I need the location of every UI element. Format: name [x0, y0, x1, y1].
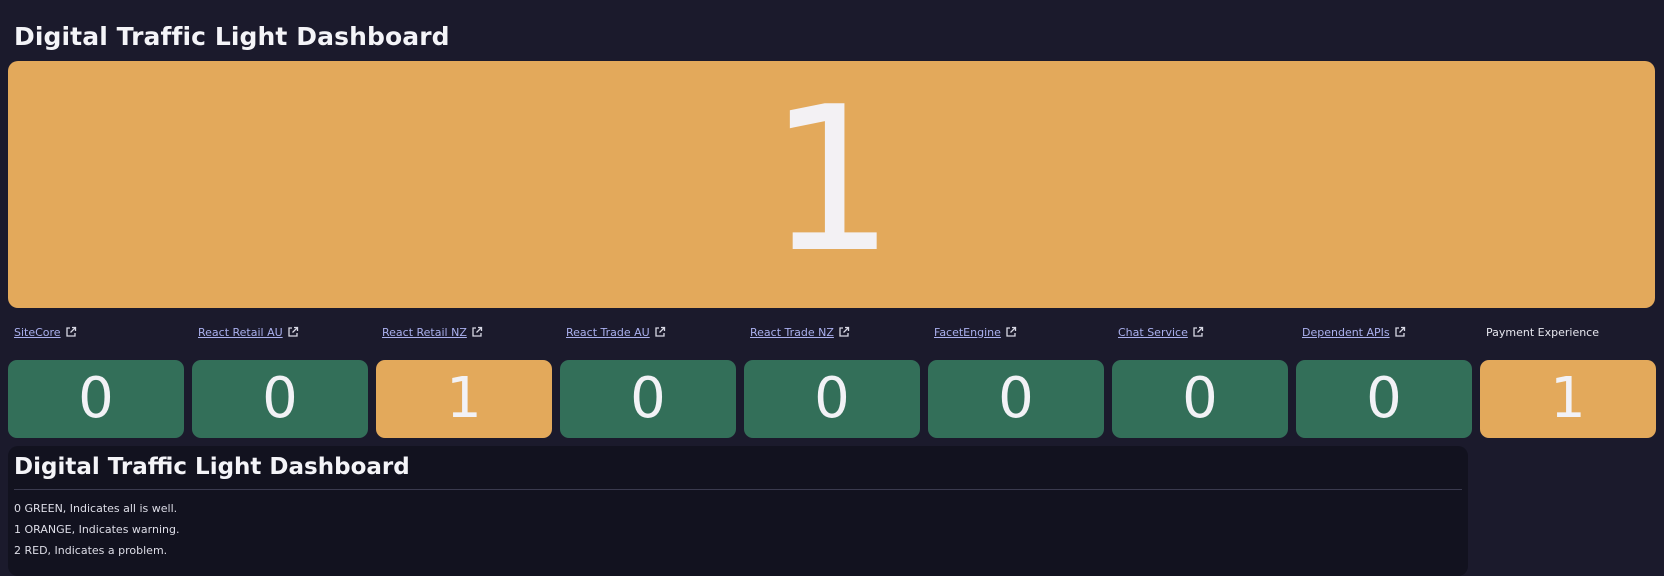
- service-label-payment-experience: Payment Experience: [1486, 325, 1599, 339]
- service-link-chat-service[interactable]: Chat Service: [1118, 326, 1188, 339]
- service-link-sitecore[interactable]: SiteCore: [14, 326, 61, 339]
- external-link-icon[interactable]: [838, 326, 850, 338]
- external-link-icon[interactable]: [65, 326, 77, 338]
- legend-line-orange: 1 ORANGE, Indicates warning.: [14, 523, 180, 536]
- service-label-cell-facetengine: FacetEngine: [928, 322, 1104, 342]
- service-link-react-retail-nz[interactable]: React Retail NZ: [382, 326, 467, 339]
- service-label-cell-react-trade-au: React Trade AU: [560, 322, 736, 342]
- service-status-value: 0: [1182, 366, 1218, 431]
- page-title: Digital Traffic Light Dashboard: [14, 22, 450, 51]
- overall-status-tile: 1: [8, 61, 1655, 308]
- service-status-value: 0: [262, 366, 298, 431]
- external-link-icon[interactable]: [654, 326, 666, 338]
- service-tile-payment-experience: 1: [1480, 360, 1656, 438]
- service-tile-dependent-apis: 0: [1296, 360, 1472, 438]
- service-tile-react-trade-nz: 0: [744, 360, 920, 438]
- external-link-icon[interactable]: [1005, 326, 1017, 338]
- external-link-icon[interactable]: [1394, 326, 1406, 338]
- service-link-dependent-apis[interactable]: Dependent APIs: [1302, 326, 1390, 339]
- service-status-value: 1: [446, 366, 482, 431]
- overall-status-value: 1: [767, 63, 896, 297]
- service-status-value: 0: [78, 366, 114, 431]
- service-tiles-row: 0 0 1 0 0 0 0 0 1: [8, 360, 1656, 438]
- service-status-value: 1: [1550, 366, 1586, 431]
- service-label-cell-react-trade-nz: React Trade NZ: [744, 322, 920, 342]
- external-link-icon[interactable]: [471, 326, 483, 338]
- service-label-cell-react-retail-au: React Retail AU: [192, 322, 368, 342]
- service-status-value: 0: [998, 366, 1034, 431]
- service-link-facetengine[interactable]: FacetEngine: [934, 326, 1001, 339]
- service-link-react-trade-au[interactable]: React Trade AU: [566, 326, 650, 339]
- legend-divider: [14, 489, 1462, 490]
- service-status-value: 0: [1366, 366, 1402, 431]
- service-status-value: 0: [630, 366, 666, 431]
- legend-line-green: 0 GREEN, Indicates all is well.: [14, 502, 178, 515]
- external-link-icon[interactable]: [1192, 326, 1204, 338]
- service-link-react-trade-nz[interactable]: React Trade NZ: [750, 326, 834, 339]
- service-tile-chat-service: 0: [1112, 360, 1288, 438]
- legend-title: Digital Traffic Light Dashboard: [14, 454, 410, 480]
- service-tile-react-retail-au: 0: [192, 360, 368, 438]
- service-label-cell-payment-experience: Payment Experience: [1480, 322, 1656, 342]
- legend-line-red: 2 RED, Indicates a problem.: [14, 544, 168, 557]
- service-label-cell-chat-service: Chat Service: [1112, 322, 1288, 342]
- external-link-icon[interactable]: [287, 326, 299, 338]
- service-tile-react-retail-nz: 1: [376, 360, 552, 438]
- legend-panel: Digital Traffic Light Dashboard 0 GREEN,…: [8, 446, 1468, 576]
- service-tile-react-trade-au: 0: [560, 360, 736, 438]
- service-tile-sitecore: 0: [8, 360, 184, 438]
- service-tile-facetengine: 0: [928, 360, 1104, 438]
- service-label-cell-sitecore: SiteCore: [8, 322, 184, 342]
- service-link-react-retail-au[interactable]: React Retail AU: [198, 326, 283, 339]
- service-status-value: 0: [814, 366, 850, 431]
- service-labels-row: SiteCore React Retail AU React Retail NZ Re…: [8, 322, 1655, 342]
- service-label-cell-dependent-apis: Dependent APIs: [1296, 322, 1472, 342]
- service-label-cell-react-retail-nz: React Retail NZ: [376, 322, 552, 342]
